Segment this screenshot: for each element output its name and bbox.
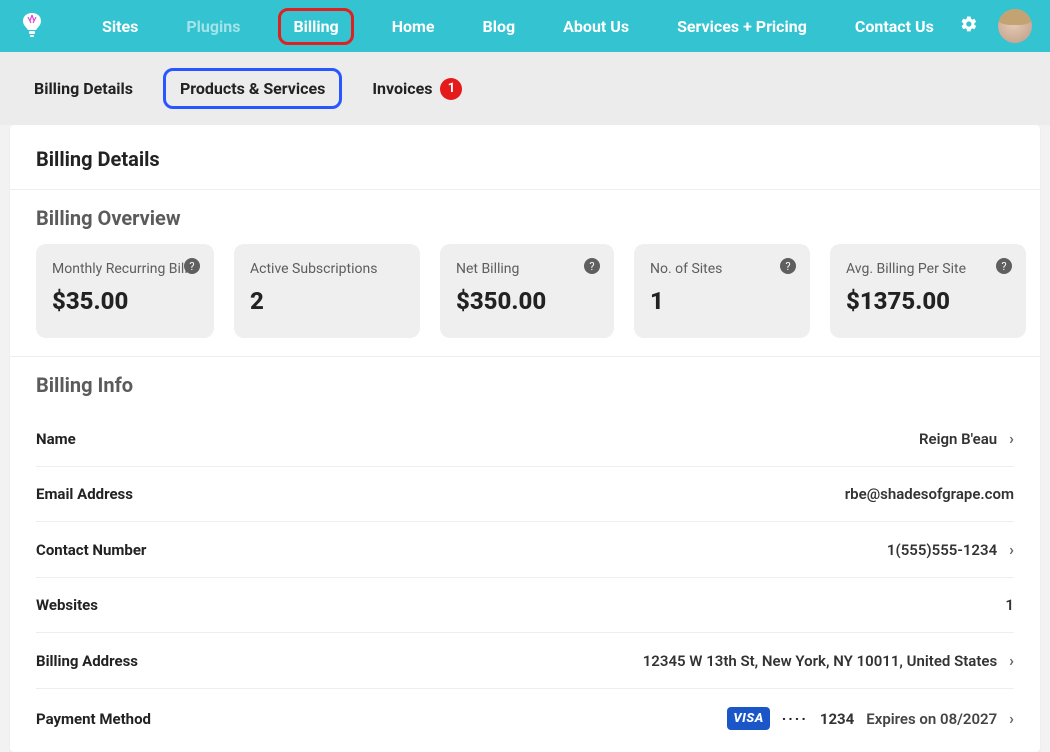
top-navbar: Sites Plugins Billing Home Blog About Us…	[0, 0, 1050, 52]
nav-plugins[interactable]: Plugins	[176, 11, 250, 42]
row-label: Payment Method	[36, 710, 236, 728]
row-value: Reign B'eau ›	[252, 429, 1014, 448]
row-value: 1	[252, 596, 1014, 614]
row-value: rbe@shadesofgrape.com	[252, 485, 1014, 503]
tab-invoices[interactable]: Invoices 1	[360, 70, 474, 108]
row-label: Email Address	[36, 485, 236, 503]
card-last4: 1234	[820, 710, 854, 728]
row-label: Contact Number	[36, 541, 236, 559]
tile-value: 2	[250, 287, 404, 315]
tile-value: $1375.00	[846, 287, 1010, 315]
row-billing-address[interactable]: Billing Address 12345 W 13th St, New Yor…	[36, 633, 1014, 689]
tile-label: No. of Sites	[650, 260, 794, 279]
card-brand-badge: VISA	[727, 707, 769, 730]
tab-billing-details[interactable]: Billing Details	[22, 71, 145, 106]
row-label: Websites	[36, 596, 236, 614]
row-value: VISA ···· 1234 Expires on 08/2027 ›	[252, 707, 1014, 730]
tile-active-subscriptions: Active Subscriptions 2	[234, 244, 420, 338]
row-value: 1(555)555-1234 ›	[252, 540, 1014, 559]
help-icon[interactable]: ?	[184, 258, 200, 274]
tile-value: $350.00	[456, 287, 598, 315]
chevron-right-icon: ›	[1009, 651, 1014, 670]
chevron-right-icon: ›	[1009, 540, 1014, 559]
nav-sites[interactable]: Sites	[92, 11, 148, 42]
help-icon[interactable]: ?	[584, 258, 600, 274]
nav-billing[interactable]: Billing	[278, 8, 353, 45]
tile-monthly-recurring: Monthly Recurring Bill $35.00 ?	[36, 244, 214, 338]
nav-blog[interactable]: Blog	[473, 11, 526, 42]
websites-value: 1	[1005, 596, 1014, 614]
page-title: Billing Details	[10, 125, 1040, 189]
user-avatar[interactable]	[998, 9, 1032, 43]
invoices-badge: 1	[440, 78, 462, 100]
nav-home[interactable]: Home	[382, 11, 445, 42]
tab-products-services[interactable]: Products & Services	[163, 68, 342, 109]
row-label: Billing Address	[36, 652, 236, 670]
row-contact[interactable]: Contact Number 1(555)555-1234 ›	[36, 522, 1014, 578]
address-value: 12345 W 13th St, New York, NY 10011, Uni…	[643, 652, 997, 670]
settings-gear-icon[interactable]	[960, 15, 978, 38]
nav-contact[interactable]: Contact Us	[845, 11, 944, 42]
card-expires: Expires on 08/2027	[866, 710, 997, 728]
row-value: 12345 W 13th St, New York, NY 10011, Uni…	[252, 651, 1014, 670]
overview-title: Billing Overview	[10, 190, 1040, 244]
main-nav: Sites Plugins Billing Home Blog About Us…	[92, 8, 954, 45]
email-value: rbe@shadesofgrape.com	[845, 485, 1014, 503]
nav-services-pricing[interactable]: Services + Pricing	[667, 11, 817, 42]
info-title: Billing Info	[10, 357, 1040, 411]
tile-value: $35.00	[52, 287, 198, 315]
row-name[interactable]: Name Reign B'eau ›	[36, 411, 1014, 467]
billing-card: Billing Details Billing Overview Monthly…	[10, 125, 1040, 752]
tile-label: Avg. Billing Per Site	[846, 260, 1010, 279]
row-label: Name	[36, 430, 236, 448]
row-websites: Websites 1	[36, 578, 1014, 633]
tile-value: 1	[650, 287, 794, 315]
tile-label: Monthly Recurring Bill	[52, 260, 198, 279]
name-value: Reign B'eau	[919, 430, 997, 448]
billing-info: Name Reign B'eau › Email Address rbe@sha…	[10, 411, 1040, 748]
tile-label: Net Billing	[456, 260, 598, 279]
card-dots: ····	[782, 710, 808, 728]
help-icon[interactable]: ?	[996, 258, 1012, 274]
tab-invoices-label: Invoices	[372, 79, 432, 98]
tile-label: Active Subscriptions	[250, 260, 404, 279]
tile-no-of-sites: No. of Sites 1 ?	[634, 244, 810, 338]
nav-about[interactable]: About Us	[553, 11, 639, 42]
contact-value: 1(555)555-1234	[887, 541, 997, 559]
tile-avg-billing: Avg. Billing Per Site $1375.00 ?	[830, 244, 1026, 338]
chevron-right-icon: ›	[1009, 709, 1014, 728]
row-email: Email Address rbe@shadesofgrape.com	[36, 467, 1014, 522]
brand-logo[interactable]	[18, 9, 46, 43]
chevron-right-icon: ›	[1009, 429, 1014, 448]
row-payment-method[interactable]: Payment Method VISA ···· 1234 Expires on…	[36, 689, 1014, 748]
tile-net-billing: Net Billing $350.00 ?	[440, 244, 614, 338]
billing-tabs: Billing Details Products & Services Invo…	[0, 52, 1050, 125]
help-icon[interactable]: ?	[780, 258, 796, 274]
overview-tiles: Monthly Recurring Bill $35.00 ? Active S…	[10, 244, 1040, 356]
